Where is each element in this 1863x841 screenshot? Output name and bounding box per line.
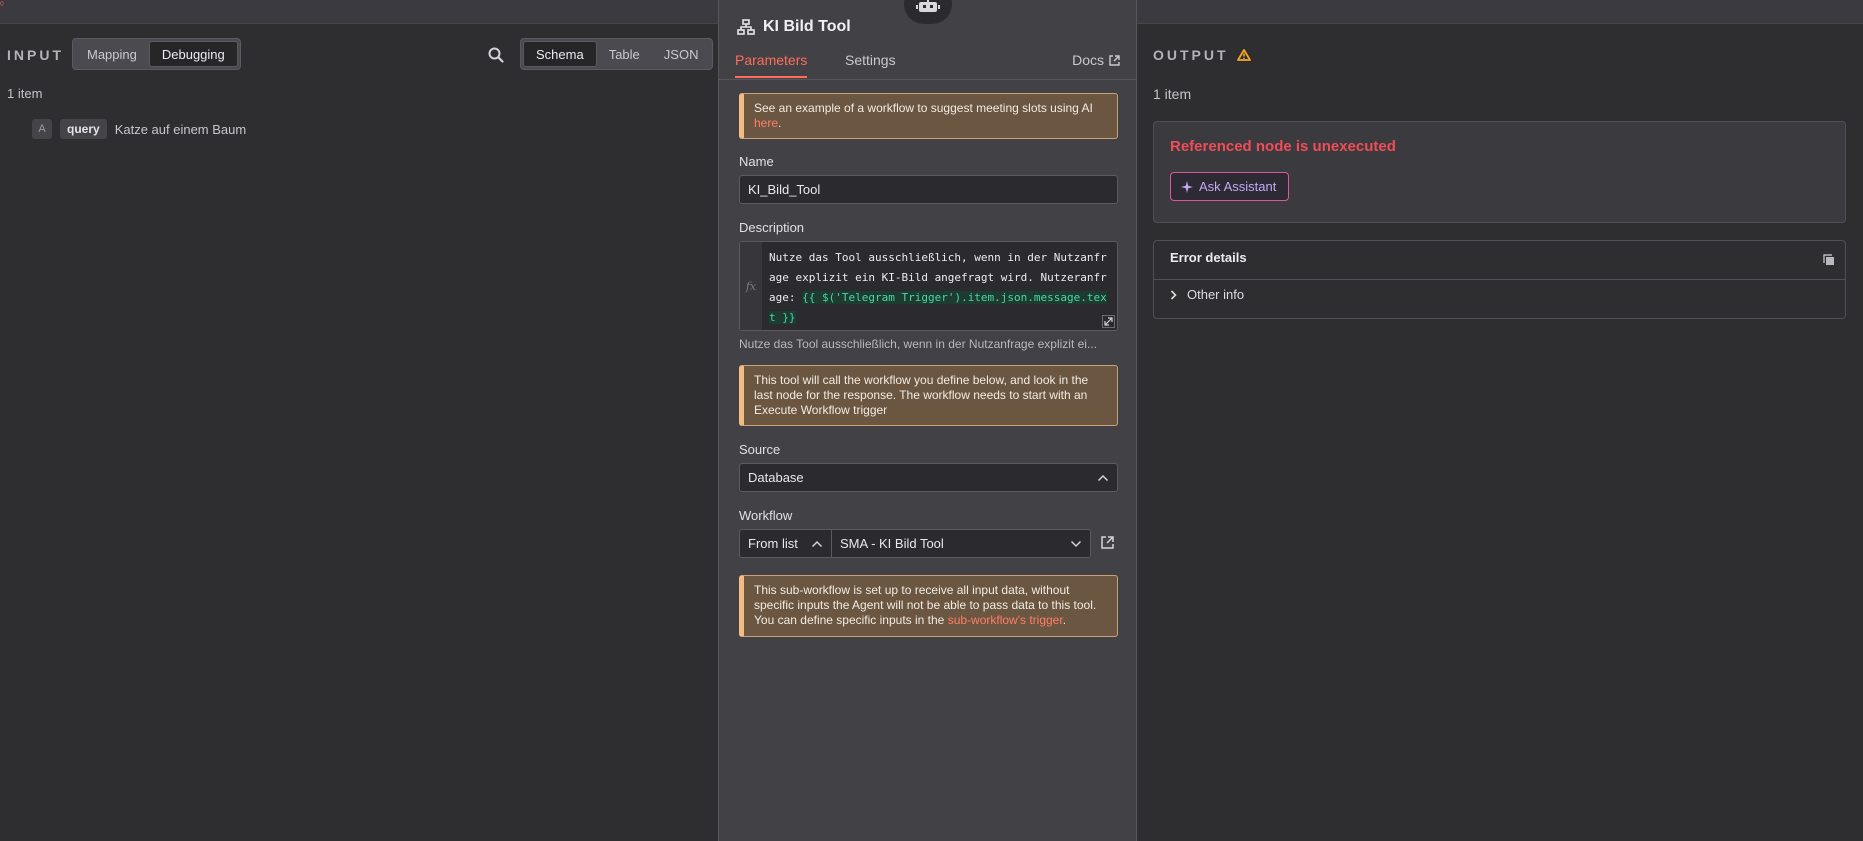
input-panel: INPUT Mapping Debugging Schema Table JSO… <box>0 24 718 841</box>
string-type-icon: A <box>32 119 52 139</box>
ask-assistant-button[interactable]: Ask Assistant <box>1170 172 1290 201</box>
workflow-label: Workflow <box>739 508 793 523</box>
chevron-up-icon <box>811 540 823 547</box>
node-title-row: KI Bild Tool <box>737 18 851 36</box>
output-item-count: 1 item <box>1153 86 1192 102</box>
chevron-right-icon <box>1170 289 1177 300</box>
tab-settings[interactable]: Settings <box>845 52 896 76</box>
schema-tab[interactable]: Schema <box>523 41 597 67</box>
unexecuted-warning-box: Referenced node is unexecuted Ask Assist… <box>1153 121 1846 223</box>
output-header: OUTPUT <box>1153 47 1251 63</box>
copy-icon[interactable] <box>1823 254 1835 266</box>
sub-workflow-trigger-link[interactable]: sub-workflow's trigger <box>948 613 1063 627</box>
node-tabs: Parameters Settings Docs <box>719 50 1136 80</box>
json-tab[interactable]: JSON <box>652 41 711 67</box>
field-key[interactable]: query <box>60 119 107 139</box>
error-details-box: Error details Other info <box>1153 240 1846 319</box>
workflow-mode-value: From list <box>748 536 798 551</box>
source-select[interactable]: Database <box>739 463 1118 492</box>
debugging-tab[interactable]: Debugging <box>148 41 238 67</box>
fx-icon: fx <box>740 242 762 330</box>
source-value: Database <box>748 470 804 485</box>
description-expression: {{ $('Telegram Trigger').item.json.messa… <box>769 291 1107 324</box>
docs-link[interactable]: Docs <box>1072 52 1120 68</box>
warning-icon <box>1236 49 1251 61</box>
input-title: INPUT <box>7 47 64 63</box>
node-title[interactable]: KI Bild Tool <box>763 18 851 36</box>
other-info-toggle[interactable]: Other info <box>1170 287 1244 302</box>
external-link-icon <box>1109 54 1120 66</box>
search-icon[interactable] <box>487 46 505 64</box>
description-expression-editor[interactable]: fx Nutze das Tool ausschließlich, wenn i… <box>739 241 1118 331</box>
table-tab[interactable]: Table <box>597 41 652 67</box>
mode-toggle: Mapping Debugging <box>72 38 241 70</box>
details-divider <box>1154 279 1845 280</box>
input-item-count: 1 item <box>7 86 43 101</box>
mapping-tab[interactable]: Mapping <box>75 41 149 67</box>
chevron-down-icon <box>1070 540 1082 547</box>
example-notice: See an example of a workflow to suggest … <box>739 93 1118 139</box>
open-workflow-icon[interactable] <box>1100 535 1115 550</box>
sparkle-icon <box>1181 180 1193 193</box>
tool-call-notice: This tool will call the workflow you def… <box>739 365 1118 426</box>
tab-parameters[interactable]: Parameters <box>735 52 808 78</box>
node-parameters-panel: KI Bild Tool Parameters Settings Docs Se… <box>718 0 1137 841</box>
field-value: Katze auf einem Baum <box>114 121 247 137</box>
output-title: OUTPUT <box>1153 47 1229 63</box>
sub-workflow-notice: This sub-workflow is set up to receive a… <box>739 575 1118 637</box>
other-info-label: Other info <box>1187 287 1245 302</box>
source-label: Source <box>739 442 781 457</box>
docs-label: Docs <box>1072 52 1104 68</box>
example-notice-text: See an example of a workflow to suggest … <box>754 101 1093 115</box>
corner-glyph: ᵒ <box>0 0 4 11</box>
error-details-title: Error details <box>1170 250 1247 265</box>
chevron-up-icon <box>1097 474 1109 481</box>
description-label: Description <box>739 220 805 235</box>
sitemap-icon <box>737 19 755 35</box>
ask-assistant-label: Ask Assistant <box>1199 179 1277 194</box>
description-preview: Nutze das Tool ausschließlich, wenn in d… <box>739 337 1097 351</box>
name-input[interactable]: KI_Bild_Tool <box>739 175 1118 204</box>
output-panel: OUTPUT 1 item Referenced node is unexecu… <box>1137 24 1863 841</box>
workflow-mode-select[interactable]: From list <box>739 529 832 558</box>
error-title: Referenced node is unexecuted <box>1170 138 1396 155</box>
example-notice-suffix: . <box>778 116 782 130</box>
sub-workflow-notice-suffix: . <box>1062 613 1067 627</box>
example-link[interactable]: here <box>754 116 778 130</box>
node-robot-icon <box>904 0 952 24</box>
name-label: Name <box>739 154 774 169</box>
view-toggle: Schema Table JSON <box>520 38 714 70</box>
expand-icon[interactable] <box>1102 315 1115 328</box>
workflow-select[interactable]: SMA - KI Bild Tool <box>831 529 1091 558</box>
description-code[interactable]: Nutze das Tool ausschließlich, wenn in d… <box>762 242 1117 330</box>
schema-field-row[interactable]: A query Katze auf einem Baum <box>32 119 246 139</box>
workflow-value: SMA - KI Bild Tool <box>840 536 944 551</box>
